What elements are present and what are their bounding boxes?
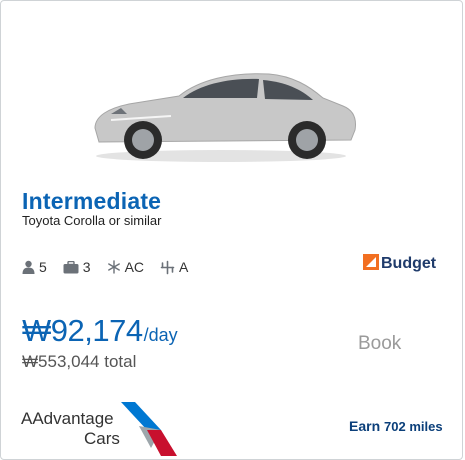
- feature-ac: AC: [107, 259, 144, 275]
- ac-label: AC: [124, 259, 145, 275]
- transmission-label: A: [179, 259, 189, 275]
- book-button[interactable]: Book: [358, 333, 401, 355]
- car-offer-card[interactable]: Intermediate Toyota Corolla or similar 5…: [0, 0, 463, 460]
- earn-miles: Earn 702 miles: [349, 418, 443, 434]
- brand-line2: Cars: [84, 429, 120, 448]
- earn-prefix: Earn: [349, 418, 381, 434]
- features-row: 5 3 AC A: [22, 259, 204, 275]
- brand-line1: AAdvantage: [21, 409, 114, 428]
- vehicle-name: Toyota Corolla or similar: [22, 213, 162, 228]
- aadvantage-cars-brand: AAdvantage Cars: [21, 409, 120, 449]
- snowflake-icon: [107, 260, 120, 274]
- vendor-name: Budget: [381, 255, 437, 272]
- american-airlines-flight-symbol-icon: [121, 402, 177, 456]
- gearshift-icon: [160, 260, 175, 274]
- suitcase-icon: [63, 260, 79, 273]
- total-price: ₩553,044 total: [22, 352, 137, 371]
- car-category: Intermediate: [22, 188, 162, 214]
- person-icon: [22, 260, 35, 274]
- feature-transmission: A: [160, 259, 188, 275]
- price-amount: ₩92,174: [22, 313, 143, 348]
- daily-price: ₩92,174 /day: [22, 313, 178, 349]
- car-image: [94, 73, 356, 162]
- bags-count: 3: [82, 259, 91, 275]
- feature-bags: 3: [63, 259, 91, 275]
- feature-passengers: 5: [22, 259, 47, 275]
- price-unit: /day: [143, 325, 178, 345]
- passengers-count: 5: [39, 259, 47, 275]
- budget-logo: Budget: [363, 254, 437, 272]
- earn-miles-value: 702 miles: [384, 419, 443, 434]
